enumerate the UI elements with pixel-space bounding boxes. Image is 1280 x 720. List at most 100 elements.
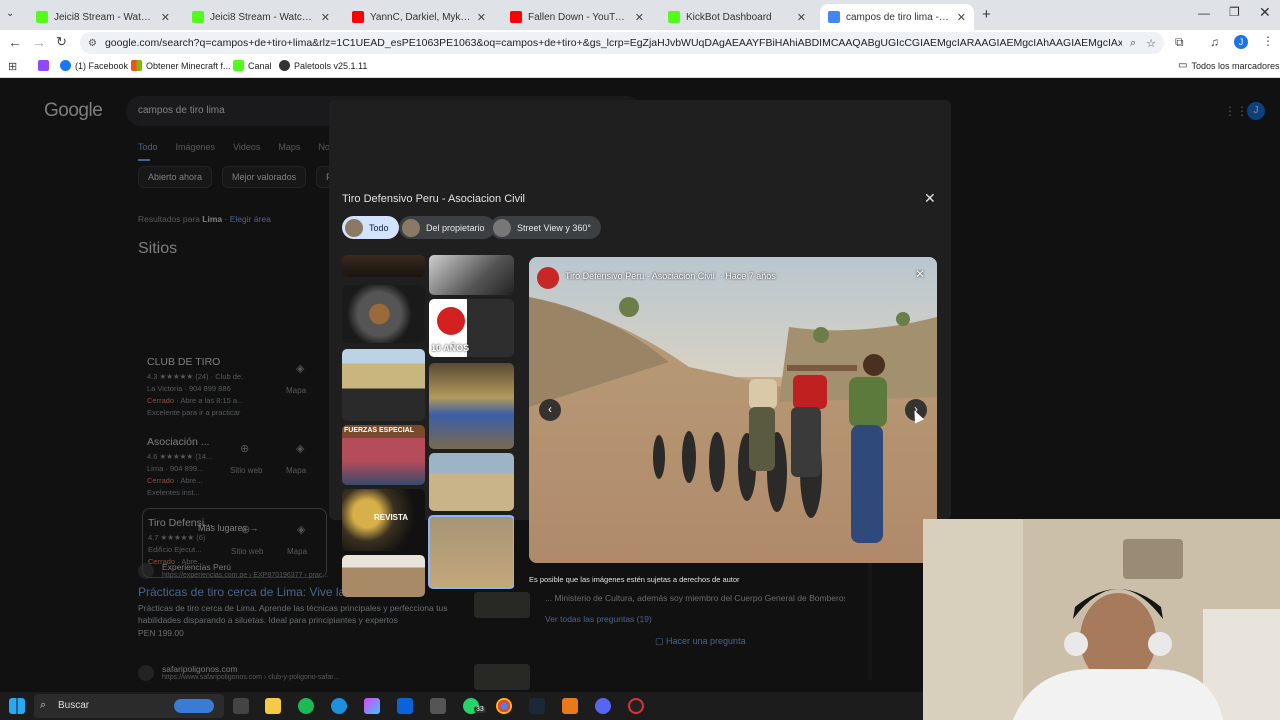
webcam-overlay <box>923 519 1280 720</box>
new-tab-button[interactable]: + <box>982 6 991 23</box>
chrome-menu-icon[interactable]: ⋮ <box>1262 34 1274 48</box>
profile-avatar[interactable]: J <box>1234 35 1248 49</box>
taskbar-search-icon: ⌕ <box>40 699 47 711</box>
minimize-button[interactable]: — <box>1198 6 1210 20</box>
bookmark-star-icon[interactable]: ☆ <box>1146 37 1156 50</box>
tab-close-icon[interactable]: ✕ <box>321 11 330 24</box>
tab-close-icon[interactable]: ✕ <box>477 11 486 24</box>
copilot-icon[interactable] <box>364 698 380 714</box>
thumbnail-fuerzas-especiales[interactable]: FUERZAS ESPECIAL <box>342 425 425 485</box>
tab-title: YannC, Darkiel, Myke Towe <box>370 11 471 23</box>
windows-start-icon[interactable] <box>9 698 25 714</box>
modal-title: Tiro Defensivo Peru - Asociacion Civil <box>342 193 525 205</box>
reload-icon[interactable]: ↻ <box>56 34 67 50</box>
restore-button[interactable]: ❐ <box>1229 5 1240 19</box>
extensions-icon[interactable]: ⧉ <box>1175 35 1184 50</box>
thumbnail-guns[interactable] <box>342 255 425 277</box>
bookmark-minecraft[interactable]: Obtener Minecraft f... <box>131 60 231 71</box>
address-url: google.com/search?q=campos+de+tiro+lima&… <box>104 37 1122 49</box>
zoom-icon[interactable]: ⌕ <box>1130 37 1136 50</box>
file-explorer-icon[interactable] <box>265 698 281 714</box>
thumbnail-revolver[interactable] <box>429 255 514 295</box>
chip-todo[interactable]: Todo <box>342 216 399 239</box>
bookmarks-bar: ⊞ (1) Facebook Obtener Minecraft f... Ca… <box>0 56 1280 78</box>
tab-close-icon[interactable]: ✕ <box>957 11 966 24</box>
tab-favicon-icon <box>36 11 48 23</box>
bookmark-canal[interactable]: Canal <box>233 60 272 71</box>
forward-icon[interactable]: → <box>32 34 46 50</box>
site-info-icon[interactable]: ⚙ <box>88 38 97 49</box>
spotify-icon[interactable] <box>298 698 314 714</box>
tab-favicon-icon <box>828 11 840 23</box>
steam-icon[interactable] <box>529 698 545 714</box>
browser-tab[interactable]: Jeici8 Stream - Watch Live on K ✕ <box>28 4 178 30</box>
thumbnail-building[interactable] <box>342 555 425 597</box>
all-bookmarks-button[interactable]: ▭ Todos los marcadores <box>1178 60 1280 71</box>
whatsapp-badge: 33 <box>474 706 486 713</box>
thumbnail-pistol[interactable] <box>342 285 425 343</box>
photo-gallery-modal: Tiro Defensivo Peru - Asociacion Civil ✕… <box>329 100 951 597</box>
browser-tab[interactable]: KickBot Dashboard ✕ <box>660 4 814 30</box>
bookmark-facebook[interactable]: (1) Facebook <box>60 60 128 71</box>
thumbnail-shooter-back[interactable] <box>342 349 425 421</box>
chip-avatar <box>402 218 420 237</box>
streamer-camera <box>923 519 1280 720</box>
thumbnail-selected-range[interactable] <box>428 515 514 589</box>
globe-icon <box>279 60 290 71</box>
tab-strip: ⌄ Jeici8 Stream - Watch Live on K✕Jeici8… <box>0 0 1280 30</box>
apps-grid-icon[interactable]: ⊞ <box>8 60 17 73</box>
viewer-close-button[interactable]: ✕ <box>915 267 925 281</box>
folder-icon: ▭ <box>1178 60 1188 71</box>
chip-avatar <box>345 218 363 237</box>
chip-street-view[interactable]: Street View y 360° <box>490 216 601 239</box>
tab-title: KickBot Dashboard <box>686 11 772 23</box>
tab-favicon-icon <box>510 11 522 23</box>
kick-icon <box>233 60 244 71</box>
thumbnail-10-anos[interactable]: 10 AÑOS <box>429 299 514 357</box>
tab-search-chevron-icon[interactable]: ⌄ <box>6 8 14 19</box>
outlook-icon[interactable] <box>397 698 413 714</box>
browser-tab[interactable]: Jeici8 Stream - Watch Live on K ✕ <box>184 4 338 30</box>
app-icon[interactable] <box>562 698 578 714</box>
taskbar-search-box[interactable]: ⌕ Buscar <box>34 694 224 718</box>
obs-icon[interactable] <box>628 698 644 714</box>
tab-favicon-icon <box>192 11 204 23</box>
tab-close-icon[interactable]: ✕ <box>161 11 170 24</box>
viewer-attribution: Tiro Defensivo Peru - Asociacion Civil ·… <box>565 271 776 281</box>
browser-tab[interactable]: Fallen Down - YouTube ✕ <box>502 4 652 30</box>
back-icon[interactable]: ← <box>8 34 22 50</box>
thumbnail-certificate[interactable] <box>429 363 514 449</box>
address-bar[interactable]: ⚙ google.com/search?q=campos+de+tiro+lim… <box>80 32 1164 54</box>
tab-title: Jeici8 Stream - Watch Live on K <box>210 11 315 23</box>
dolphin-widget-icon <box>174 699 214 713</box>
logo-emblem <box>437 307 465 335</box>
previous-photo-button[interactable]: ‹ <box>539 399 561 421</box>
tab-close-icon[interactable]: ✕ <box>635 11 644 24</box>
bookmark-twitch[interactable] <box>38 60 49 71</box>
chrome-icon[interactable] <box>496 698 512 714</box>
tab-close-icon[interactable]: ✕ <box>797 11 806 24</box>
browser-tab[interactable]: YannC, Darkiel, Myke Towe ✕ <box>344 4 494 30</box>
bookmark-paletools[interactable]: Paletools v25.1.11 <box>279 60 367 71</box>
copyright-notice: Es posible que las imágenes estén sujeta… <box>529 575 740 584</box>
browser-toolbar: ← → ↻ ⚙ google.com/search?q=campos+de+ti… <box>0 30 1280 56</box>
modal-close-button[interactable]: ✕ <box>924 190 936 207</box>
store-icon[interactable] <box>430 698 446 714</box>
thumbnail-range-group[interactable] <box>429 453 514 511</box>
edge-icon[interactable] <box>331 698 347 714</box>
tab-favicon-icon <box>352 11 364 23</box>
close-window-button[interactable]: ✕ <box>1259 4 1271 21</box>
thumbnail-revista[interactable]: REVISTA <box>342 489 425 551</box>
media-controls-icon[interactable]: ♫ <box>1210 35 1219 49</box>
discord-icon[interactable] <box>595 698 611 714</box>
microsoft-icon <box>131 60 142 71</box>
owner-avatar[interactable] <box>537 267 559 289</box>
tab-title: Fallen Down - YouTube <box>528 11 629 23</box>
photo-viewer: Tiro Defensivo Peru - Asociacion Civil ·… <box>529 257 937 563</box>
task-view-icon[interactable] <box>233 698 249 714</box>
twitch-icon <box>38 60 49 71</box>
tab-favicon-icon <box>668 11 680 23</box>
chip-del-propietario[interactable]: Del propietario <box>399 216 495 239</box>
chip-avatar <box>493 218 511 237</box>
browser-tab[interactable]: campos de tiro lima - Buscar co ✕ <box>820 4 974 30</box>
